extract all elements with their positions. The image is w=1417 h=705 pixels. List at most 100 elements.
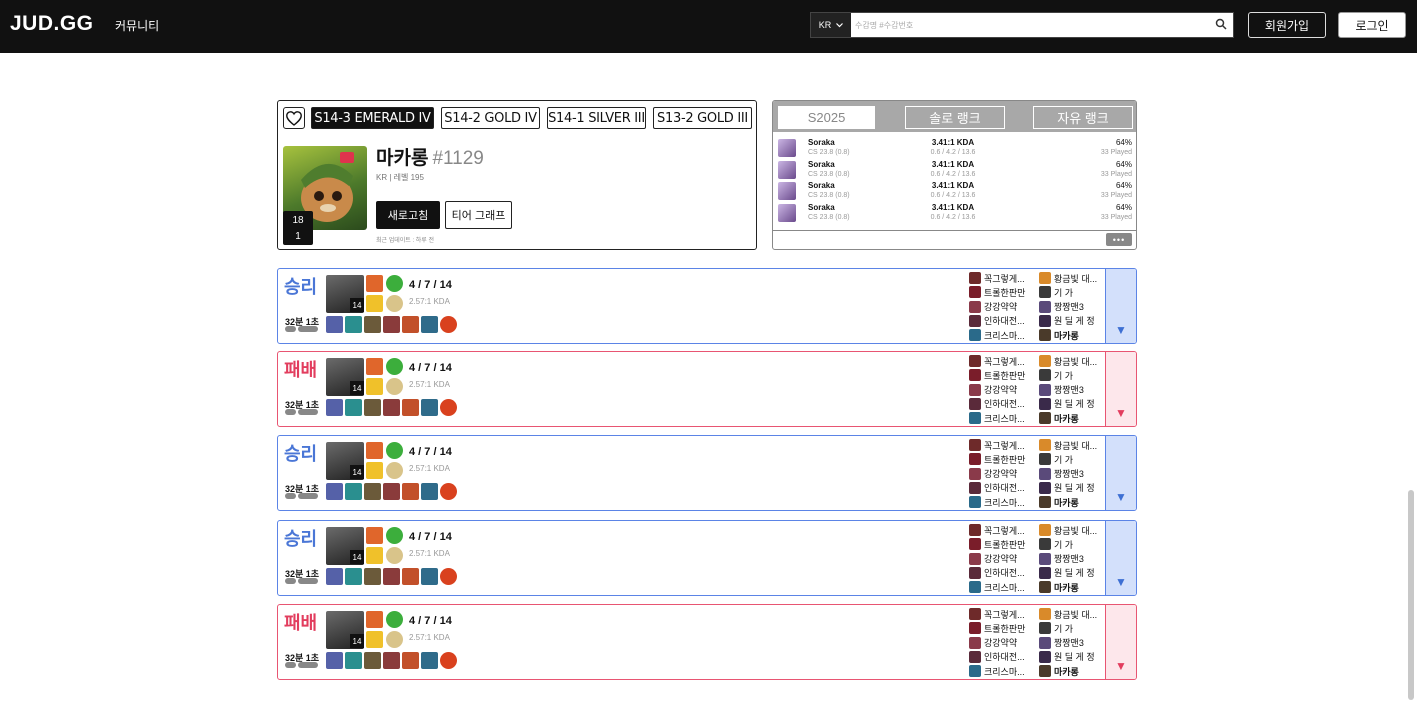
signup-button[interactable]: 회원가입	[1248, 12, 1326, 38]
team-player-red[interactable]: 마카롱	[1039, 495, 1109, 509]
team-player-red[interactable]: 짱짱맨3	[1039, 467, 1109, 481]
team-player-blue[interactable]: 인하대전...	[969, 650, 1039, 664]
team-player-blue[interactable]: 트롤한판만	[969, 285, 1039, 299]
tab-flex-rank[interactable]: 자유 랭크	[1033, 106, 1133, 129]
team-player-blue[interactable]: 꼭그렇게...	[969, 354, 1039, 368]
team-player-blue[interactable]: 꼭그렇게...	[969, 607, 1039, 621]
expand-toggle[interactable]: ▼	[1105, 605, 1136, 679]
champion-level: 14	[350, 634, 364, 648]
player-name: 기 가	[1054, 287, 1074, 298]
player-name: 짱짱맨3	[1054, 469, 1084, 480]
player-champion-icon	[969, 650, 981, 663]
team-player-blue[interactable]: 강강약약	[969, 636, 1039, 650]
tab-season[interactable]: S2025	[778, 106, 875, 129]
team-player-blue[interactable]: 강강약약	[969, 300, 1039, 314]
expand-toggle[interactable]: ▼	[1105, 269, 1136, 343]
expand-toggle[interactable]: ▼	[1105, 521, 1136, 595]
team-player-red[interactable]: 짱짱맨3	[1039, 383, 1109, 397]
team-player-red[interactable]: 기 가	[1039, 452, 1109, 466]
summoner-meta: KR | 레벨 195	[376, 173, 424, 182]
expand-toggle[interactable]: ▼	[1105, 352, 1136, 426]
player-champion-icon	[969, 665, 981, 678]
tier-tab-s13-2[interactable]: S13-2 GOLD III	[653, 107, 752, 129]
team-player-red[interactable]: 짱짱맨3	[1039, 300, 1109, 314]
team-player-red[interactable]: 원 딜 게 정	[1039, 314, 1109, 328]
tier-tab-s14-2[interactable]: S14-2 GOLD IV	[441, 107, 540, 129]
team-player-blue[interactable]: 인하대전...	[969, 481, 1039, 495]
match-card[interactable]: 패배 32분 1초 14 4 / 7 / 14 2.57:1 KDA 꼭그렇게... 트롤한…	[277, 604, 1137, 680]
team-player-blue[interactable]: 크리스마...	[969, 328, 1039, 342]
team-player-blue[interactable]: 꼭그렇게...	[969, 271, 1039, 285]
team-player-blue[interactable]: 강강약약	[969, 552, 1039, 566]
item-icon	[440, 399, 457, 416]
team-player-blue[interactable]: 크리스마...	[969, 580, 1039, 594]
champion-stat-row[interactable]: Soraka CS 23.8 (0.8) 3.41:1 KDA 0.6 / 4.2 /…	[773, 160, 1136, 182]
team-player-red[interactable]: 마카롱	[1039, 411, 1109, 425]
team-player-red[interactable]: 원 딜 게 정	[1039, 650, 1109, 664]
match-card[interactable]: 승리 32분 1초 14 4 / 7 / 14 2.57:1 KDA 꼭그렇게... 트롤한…	[277, 435, 1137, 511]
player-name: 인하대전...	[984, 652, 1025, 663]
site-logo[interactable]: JUD.GG	[10, 12, 94, 36]
tier-graph-button[interactable]: 티어 그래프	[445, 201, 512, 229]
more-button[interactable]: •••	[1106, 233, 1132, 246]
team-player-red[interactable]: 기 가	[1039, 368, 1109, 382]
refresh-button[interactable]: 새로고침	[376, 201, 440, 229]
rank-tabs: S2025 솔로 랭크 자유 랭크	[773, 101, 1136, 132]
match-card[interactable]: 승리 32분 1초 14 4 / 7 / 14 2.57:1 KDA 꼭그렇게... 트롤한…	[277, 520, 1137, 596]
team-player-red[interactable]: 황금빛 대...	[1039, 354, 1109, 368]
team-player-red[interactable]: 짱짱맨3	[1039, 552, 1109, 566]
match-card[interactable]: 승리 32분 1초 14 4 / 7 / 14 2.57:1 KDA 꼭그렇게... 트롤한…	[277, 268, 1137, 344]
team-player-red[interactable]: 마카롱	[1039, 664, 1109, 678]
search-icon[interactable]	[1215, 18, 1227, 30]
triangle-down-icon: ▼	[1115, 406, 1127, 420]
team-player-red[interactable]: 원 딜 게 정	[1039, 481, 1109, 495]
expand-toggle[interactable]: ▼	[1105, 436, 1136, 510]
champion-stat-row[interactable]: Soraka CS 23.8 (0.8) 3.41:1 KDA 0.6 / 4.2 /…	[773, 181, 1136, 203]
champion-level: 14	[350, 465, 364, 479]
team-player-red[interactable]: 기 가	[1039, 285, 1109, 299]
team-player-blue[interactable]: 꼭그렇게...	[969, 523, 1039, 537]
team-player-blue[interactable]: 트롤한판만	[969, 621, 1039, 635]
region-select[interactable]: KR	[811, 13, 851, 37]
favorite-button[interactable]	[283, 107, 305, 129]
tier-tab-s14-1[interactable]: S14-1 SILVER III	[547, 107, 646, 129]
team-player-red[interactable]: 마카롱	[1039, 580, 1109, 594]
nav-community-link[interactable]: 커뮤니티	[115, 17, 159, 34]
team-player-red[interactable]: 마카롱	[1039, 328, 1109, 342]
team-player-blue[interactable]: 크리스마...	[969, 411, 1039, 425]
team-player-red[interactable]: 기 가	[1039, 621, 1109, 635]
team-player-blue[interactable]: 꼭그렇게...	[969, 438, 1039, 452]
team-player-blue[interactable]: 트롤한판만	[969, 537, 1039, 551]
team-player-red[interactable]: 기 가	[1039, 537, 1109, 551]
login-button[interactable]: 로그인	[1338, 12, 1406, 38]
team-player-blue[interactable]: 인하대전...	[969, 566, 1039, 580]
champion-stat-row[interactable]: Soraka CS 23.8 (0.8) 3.41:1 KDA 0.6 / 4.2 /…	[773, 203, 1136, 225]
search-input[interactable]	[855, 15, 1205, 35]
team-player-red[interactable]: 짱짱맨3	[1039, 636, 1109, 650]
team-player-red[interactable]: 황금빛 대...	[1039, 438, 1109, 452]
match-tags	[285, 493, 318, 499]
item-icon	[383, 483, 400, 500]
team-player-blue[interactable]: 트롤한판만	[969, 452, 1039, 466]
tier-tab-s14-3[interactable]: S14-3 EMERALD IV	[311, 107, 434, 129]
player-champion-icon	[1039, 636, 1051, 649]
team-player-blue[interactable]: 강강약약	[969, 383, 1039, 397]
team-player-red[interactable]: 원 딜 게 정	[1039, 566, 1109, 580]
team-player-red[interactable]: 원 딜 게 정	[1039, 397, 1109, 411]
team-player-blue[interactable]: 크리스마...	[969, 495, 1039, 509]
rune-icon	[386, 631, 403, 648]
champion-stat-row[interactable]: Soraka CS 23.8 (0.8) 3.41:1 KDA 0.6 / 4.2 /…	[773, 138, 1136, 160]
rune-icon	[386, 547, 403, 564]
tab-solo-rank[interactable]: 솔로 랭크	[905, 106, 1005, 129]
match-card[interactable]: 패배 32분 1초 14 4 / 7 / 14 2.57:1 KDA 꼭그렇게... 트롤한…	[277, 351, 1137, 427]
team-player-blue[interactable]: 인하대전...	[969, 397, 1039, 411]
team-player-blue[interactable]: 크리스마...	[969, 664, 1039, 678]
team-player-blue[interactable]: 인하대전...	[969, 314, 1039, 328]
team-player-red[interactable]: 황금빛 대...	[1039, 607, 1109, 621]
team-player-blue[interactable]: 강강약약	[969, 467, 1039, 481]
team-player-blue[interactable]: 트롤한판만	[969, 368, 1039, 382]
team-player-red[interactable]: 황금빛 대...	[1039, 271, 1109, 285]
team-player-red[interactable]: 황금빛 대...	[1039, 523, 1109, 537]
scrollbar[interactable]	[1408, 490, 1414, 700]
item-icon	[345, 316, 362, 333]
